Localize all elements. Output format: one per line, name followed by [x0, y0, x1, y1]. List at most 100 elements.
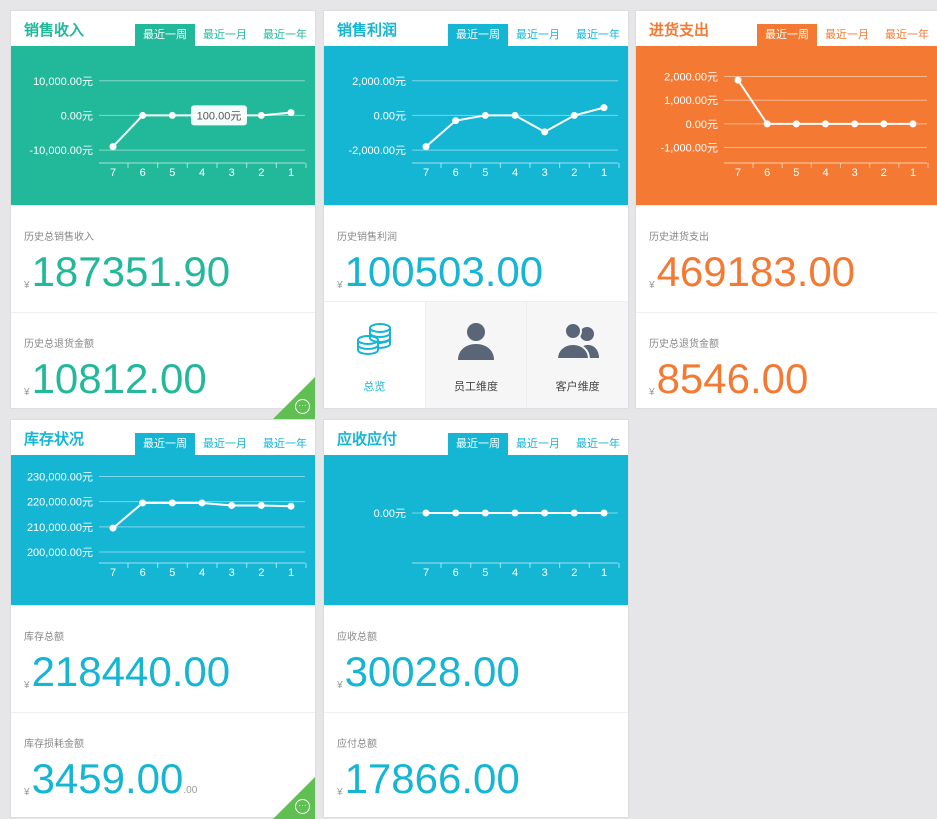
nav-employee[interactable]: 员工维度	[424, 302, 527, 408]
currency-symbol: ¥	[337, 280, 343, 291]
x-tick-label: 7	[735, 167, 741, 179]
chart-area: 2,000.00元 1,000.00元 0.00元 -1,000.00元 7 6 5 4 3 2 1	[636, 46, 937, 205]
data-point	[287, 502, 295, 510]
y-tick-label: -2,000.00元	[349, 145, 406, 157]
stat-value: ¥100503.00	[337, 248, 543, 296]
corner-triangle[interactable]	[273, 777, 315, 819]
x-tick-label: 7	[423, 567, 429, 579]
data-point	[570, 111, 578, 119]
y-tick-label: 220,000.00元	[27, 497, 93, 509]
x-tick-label: 4	[199, 167, 205, 179]
y-tick-label: 2,000.00元	[664, 72, 718, 84]
tab-year[interactable]: 最近一年	[255, 433, 315, 455]
data-point	[287, 109, 295, 117]
data-point	[541, 509, 549, 517]
receivable-chart: 0.00元 7 6 5 4 3 2 1	[374, 508, 620, 579]
stat-label: 应收总额	[337, 632, 377, 643]
card-profit: 销售利润 最近一周 最近一月 最近一年 2,000.00元 0.00元 -2,000…	[324, 11, 629, 408]
nav-overview[interactable]: 总览	[324, 302, 425, 408]
card-header: 进货支出 最近一周 最近一月 最近一年	[636, 11, 937, 46]
x-tick-label: 1	[288, 567, 294, 579]
y-tick-label: 0.00元	[686, 119, 718, 131]
x-tick-label: 4	[512, 167, 518, 179]
x-tick-label: 2	[881, 167, 887, 179]
data-point	[422, 143, 430, 151]
data-point	[422, 509, 430, 517]
person-icon	[458, 323, 494, 360]
card-header: 销售利润 最近一周 最近一月 最近一年	[324, 11, 628, 46]
x-tick-label: 5	[482, 167, 488, 179]
tab-year[interactable]: 最近一年	[568, 433, 628, 455]
card-header: 应收应付 最近一周 最近一月 最近一年	[324, 420, 628, 455]
stat-label: 库存总额	[24, 632, 64, 643]
y-tick-label: 0.00元	[374, 110, 406, 122]
card-title: 销售利润	[337, 22, 398, 39]
data-point	[792, 120, 800, 128]
x-tick-label: 4	[512, 567, 518, 579]
nav-customer[interactable]: 客户维度	[526, 302, 629, 408]
stat-label: 历史销售利润	[337, 232, 397, 243]
card-title: 库存状况	[24, 431, 85, 448]
currency-symbol: ¥	[24, 787, 30, 798]
card-header: 库存状况 最近一周 最近一月 最近一年	[11, 420, 315, 455]
coins-stack-icon	[357, 323, 392, 356]
x-tick-label: 5	[793, 167, 799, 179]
data-point	[511, 111, 519, 119]
card-sales: 销售收入 最近一周 最近一月 最近一年 10,000.00元 0.00元 -10,0…	[11, 11, 315, 419]
data-point	[851, 120, 859, 128]
y-tick-label: -1,000.00元	[661, 143, 718, 155]
data-point	[541, 128, 549, 136]
tab-week[interactable]: 最近一周	[135, 24, 195, 46]
card-receivable: 应收应付 最近一周 最近一月 最近一年 0.00元 7 6 5 4 3 2 1 应收总额 ¥3…	[324, 420, 628, 817]
x-tick-label: 6	[453, 167, 459, 179]
data-point	[168, 499, 176, 507]
chart-area: 10,000.00元 0.00元 -10,000.00元 7 6 5 4 3 2 1 100.00元	[11, 46, 315, 205]
corner-triangle[interactable]	[273, 377, 315, 419]
tab-year[interactable]: 最近一年	[255, 24, 315, 46]
period-tabs: 最近一周 最近一月 最近一年	[757, 24, 937, 46]
currency-symbol: ¥	[24, 680, 30, 691]
stat-label: 历史总退货金额	[24, 339, 94, 350]
tab-month[interactable]: 最近一月	[195, 24, 255, 46]
card-header: 销售收入 最近一周 最近一月 最近一年	[11, 11, 315, 46]
data-point	[452, 509, 460, 517]
series-line	[737, 79, 913, 125]
tab-month[interactable]: 最近一月	[195, 433, 255, 455]
stat-value: ¥3459.00.00	[24, 755, 197, 803]
tab-week[interactable]: 最近一周	[448, 24, 508, 46]
tab-month[interactable]: 最近一月	[817, 24, 877, 46]
dimension-nav: 总览 员工维度 客户维度	[324, 301, 629, 408]
stat-number: 469183.00	[656, 248, 856, 295]
more-icon[interactable]: ···	[295, 799, 310, 814]
tooltip-text: 100.00元	[197, 110, 242, 122]
stat-value: ¥8546.00	[649, 355, 808, 403]
tab-week[interactable]: 最近一周	[757, 24, 817, 46]
tab-year[interactable]: 最近一年	[877, 24, 937, 46]
x-tick-label: 7	[423, 167, 429, 179]
data-point	[880, 120, 888, 128]
more-icon[interactable]: ···	[295, 399, 310, 414]
x-tick-label: 7	[110, 567, 116, 579]
x-tick-label: 6	[453, 567, 459, 579]
data-point	[511, 509, 519, 517]
x-tick-label: 5	[169, 167, 175, 179]
tab-year[interactable]: 最近一年	[568, 24, 628, 46]
data-point	[452, 117, 460, 125]
stat-number: 100503.00	[344, 248, 544, 295]
tab-week[interactable]: 最近一周	[135, 433, 195, 455]
currency-symbol: ¥	[24, 280, 30, 291]
card-purchase: 进货支出 最近一周 最近一月 最近一年 2,000.00元 1,000.00元 0.…	[636, 11, 937, 408]
tab-week[interactable]: 最近一周	[448, 433, 508, 455]
x-tick-label: 3	[542, 567, 548, 579]
people-icon	[555, 322, 599, 360]
stat-number: 218440.00	[31, 648, 231, 695]
period-tabs: 最近一周 最近一月 最近一年	[448, 433, 628, 455]
tab-month[interactable]: 最近一月	[508, 24, 568, 46]
data-point	[257, 501, 265, 509]
purchase-chart: 2,000.00元 1,000.00元 0.00元 -1,000.00元 7 6 5 4 3 2 1	[661, 72, 929, 179]
tab-month[interactable]: 最近一月	[508, 433, 568, 455]
profit-chart: 2,000.00元 0.00元 -2,000.00元 7 6 5 4 3 2 1	[349, 76, 620, 179]
y-tick-label: 0.00元	[61, 110, 93, 122]
x-tick-label: 1	[910, 167, 916, 179]
x-tick-label: 1	[601, 567, 607, 579]
